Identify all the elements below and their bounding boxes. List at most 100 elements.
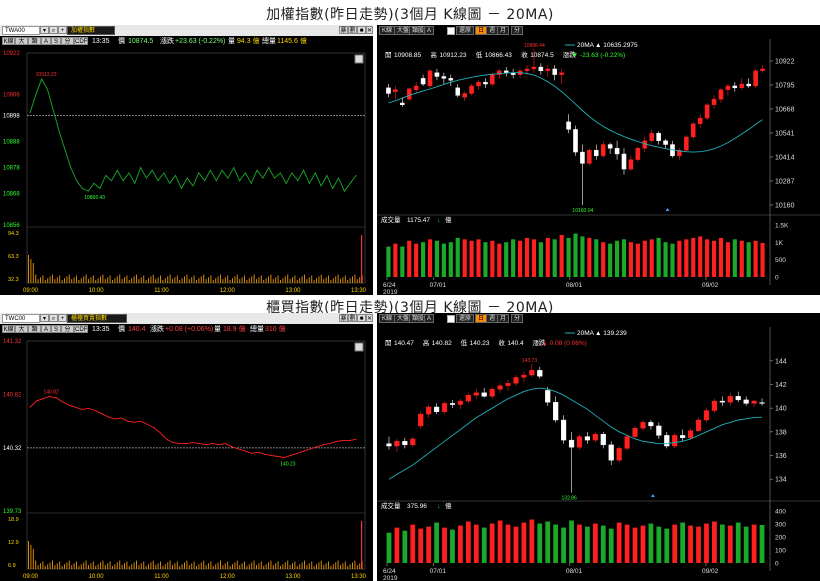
taiex-intra-price-point-21 <box>151 169 153 171</box>
otc-intra-vol-bar-19 <box>73 563 75 569</box>
otc-intra-vol-bar-17 <box>68 560 70 569</box>
otc-intra-vol-bar-53 <box>155 565 157 569</box>
otc-intra-price-point-43 <box>309 448 311 450</box>
taiex-intra-vol-bar-111 <box>294 275 296 283</box>
taiex-k-vol-bar-8 <box>441 243 446 277</box>
taiex-intra-vol-bar-51 <box>150 276 152 283</box>
taiex-intra-y-tick-3: 10888 <box>3 140 20 146</box>
taiex-intra-vol-bar-39 <box>121 279 123 283</box>
otc-intra-x-tick-5: 13:30 <box>351 574 367 580</box>
otc-k-candle-body-44 <box>735 396 741 401</box>
otc-k-vol-bar-14 <box>497 520 503 563</box>
otc-k-vol-tick-0: 400 <box>775 509 786 516</box>
otc-intra-price-point-15 <box>127 420 129 422</box>
taiex-intra-vol-bar-49 <box>145 280 147 283</box>
taiex-k-vol-bar-50 <box>732 239 737 277</box>
otc-intra-price-point-2 <box>42 398 44 400</box>
taiex-intra-price-point-15 <box>116 169 118 171</box>
taiex-k-candle-body-32 <box>607 144 613 149</box>
taiex-intra-price-point-4 <box>52 109 54 111</box>
taiex-k-candle-body-43 <box>684 136 689 151</box>
otc-k-candle-body-38 <box>688 430 694 438</box>
otc-intra-vol-bar-113 <box>299 564 301 569</box>
taiex-k-vol-bar-16 <box>497 243 502 277</box>
taiex-intra-vol-bar-45 <box>136 274 137 283</box>
taiex-intra-price-point-48 <box>308 182 310 184</box>
taiex-intra-y-tick-0: 10922 <box>3 51 20 57</box>
otc-intra-y-tick-1: 140.82 <box>3 392 22 398</box>
taiex-intra-vol-bar-69 <box>193 275 195 283</box>
taiex-intra-vol-bar-103 <box>275 277 277 283</box>
taiex-k-vol-bar-12 <box>469 240 474 277</box>
otc-intra-price-point-26 <box>199 443 201 445</box>
taiex-intra-x-tick-0: 09:00 <box>23 288 39 294</box>
taiex-intra-vol-bar-33 <box>107 277 109 283</box>
taiex-intra-vol-bar-2 <box>32 263 34 283</box>
taiex-intra-y-tick-6: 10856 <box>3 223 20 229</box>
otc-k-candle-body-14 <box>497 385 503 390</box>
taiex-intra-vol-bar-135 <box>352 276 353 283</box>
taiex-k-vol-bar-9 <box>448 242 453 277</box>
otc-k-candle-body-9 <box>457 400 463 405</box>
taiex-intra-vol-bar-57 <box>164 278 166 283</box>
taiex-intra-vol-bar-25 <box>88 279 89 283</box>
otc-k-vol-bar-6 <box>434 522 439 563</box>
otc-intra-price-point-10 <box>94 409 96 411</box>
taiex-k-vol-bar-37 <box>642 240 647 277</box>
taiex-k-vol-bar-39 <box>656 237 661 277</box>
otc-k-info-label-1: 高 <box>423 338 430 347</box>
otc-intra-vol-bar-58 <box>167 562 169 569</box>
otc-intra-vol-bar-6 <box>42 561 44 569</box>
taiex-intra-price-point-37 <box>244 172 246 174</box>
otc-intra-vol-bar-22 <box>80 564 82 569</box>
taiex-intra-vol-bar-last <box>361 235 363 283</box>
taiex-k-candle-body-9 <box>448 78 454 81</box>
taiex-k-candle-body-0 <box>386 87 391 94</box>
otc-intra-vol-bar-114 <box>301 562 303 569</box>
otc-k-y-tick-4: 136 <box>775 453 787 460</box>
taiex-k-info-label-3: 收 <box>521 50 528 59</box>
otc-intra-vol-bar-80 <box>220 560 221 569</box>
otc-intra-vol-bar-118 <box>311 561 313 569</box>
taiex-intra-vol-bar-119 <box>313 280 315 283</box>
taiex-intra-vol-tick-2: 32.3 <box>8 277 19 283</box>
otc-k-vol-bar-13 <box>489 523 495 563</box>
otc-intra-price-point-47 <box>335 441 337 443</box>
taiex-k-candle-body-27 <box>573 129 578 153</box>
otc-intra-vol-bar-93 <box>251 562 253 569</box>
taiex-intra-vol-bar-56 <box>162 280 164 283</box>
otc-intra-price-point-35 <box>257 451 259 453</box>
taiex-intra-vol-bar-10 <box>52 274 53 283</box>
taiex-intra-low-label: 10866.43 <box>84 195 105 201</box>
taiex-intra-vol-bar-121 <box>318 276 320 283</box>
otc-k-y-tick-1: 142 <box>775 382 787 389</box>
taiex-k-candle-body-23 <box>545 68 551 72</box>
taiex-intra-vol-bar-54 <box>157 277 159 283</box>
taiex-intra-vol-bar-31 <box>102 274 104 283</box>
taiex-k-vol-bar-36 <box>635 243 640 277</box>
otc-intra-vol-bar-55 <box>160 561 161 569</box>
taiex-intra-pen-icon <box>354 54 364 64</box>
taiex-k-vol-bar-22 <box>538 242 543 277</box>
otc-intra-vol-bar-last <box>361 521 363 569</box>
otc-k-vol-bar-25 <box>585 526 590 563</box>
taiex-intra-price-point-29 <box>198 172 200 174</box>
otc-intra-plot-frame <box>26 340 366 570</box>
otc-intra-vol-bar-74 <box>205 565 207 569</box>
otc-intra-price-point-11 <box>101 413 103 415</box>
otc-k-vol-bar-11 <box>473 524 479 563</box>
otc-intra-x-tick-0: 09:00 <box>23 574 39 580</box>
otc-k-vol-bar-46 <box>751 524 757 563</box>
taiex-intra-price-point-34 <box>227 177 229 179</box>
otc-intra-vol-bar-91 <box>246 566 248 569</box>
otc-intra-price-point-16 <box>133 421 135 423</box>
taiex-intra-vol-bar-40 <box>124 277 125 283</box>
taiex-k-info-value-0: 10908.85 <box>394 52 421 59</box>
otc-intra-vol-bar-94 <box>253 560 255 569</box>
otc-intra-price-point-4 <box>55 397 57 399</box>
taiex-intra-vol-bar-35 <box>112 280 113 283</box>
taiex-k-vol-bar-27 <box>573 233 578 277</box>
taiex-intra-vol-bar-127 <box>332 278 334 283</box>
otc-intra-vol-bar-29 <box>97 564 99 569</box>
otc-k-candle-body-1 <box>394 441 400 447</box>
